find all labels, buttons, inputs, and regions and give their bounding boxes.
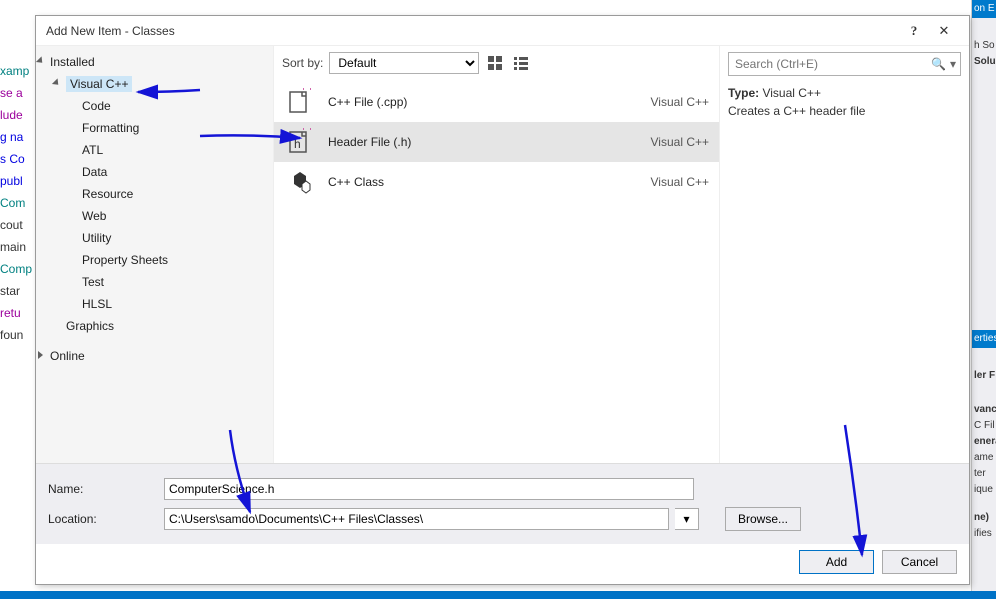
cpp-class-icon: [284, 166, 316, 198]
tree-visual-cpp[interactable]: Visual C++: [36, 73, 273, 95]
sort-label: Sort by:: [282, 56, 323, 70]
tree-item-code[interactable]: Code: [36, 95, 273, 117]
tree-item-formatting[interactable]: Formatting: [36, 117, 273, 139]
tree-item-test[interactable]: Test: [36, 271, 273, 293]
template-cpp-class[interactable]: C++ Class Visual C++: [274, 162, 719, 202]
tree-installed[interactable]: Installed: [36, 51, 273, 73]
dialog-footer: Add Cancel: [36, 544, 969, 584]
tree-item-hlsl[interactable]: HLSL: [36, 293, 273, 315]
location-dropdown-icon[interactable]: ▾: [675, 508, 699, 530]
add-button[interactable]: Add: [799, 550, 874, 574]
editor-background: xamp se a lude g na s Co publ Com cout m…: [0, 0, 40, 599]
cpp-file-icon: ++: [284, 86, 316, 118]
template-list: ++ C++ File (.cpp) Visual C++ h++ Header…: [274, 76, 719, 463]
dialog-title: Add New Item - Classes: [46, 16, 899, 46]
sort-select[interactable]: Default: [329, 52, 479, 74]
search-icon: 🔍: [931, 57, 946, 71]
svg-text:++: ++: [300, 128, 314, 134]
tree-item-utility[interactable]: Utility: [36, 227, 273, 249]
dialog-titlebar: Add New Item - Classes ? ✕: [36, 16, 969, 46]
tree-item-web[interactable]: Web: [36, 205, 273, 227]
vs-status-bar: [0, 591, 996, 599]
solution-explorer-strip: on E h So Solu erties ler F vance C Fil …: [971, 0, 996, 599]
bottom-form: Name: Location: ▾ Browse...: [36, 463, 969, 544]
sort-toolbar: Sort by: Default: [274, 46, 719, 76]
cancel-button[interactable]: Cancel: [882, 550, 957, 574]
svg-text:++: ++: [300, 88, 314, 94]
template-tree: Installed Visual C++ Code Formatting ATL…: [36, 46, 274, 463]
search-dropdown-icon[interactable]: ▾: [946, 57, 956, 71]
tree-item-resource[interactable]: Resource: [36, 183, 273, 205]
tree-item-propsheets[interactable]: Property Sheets: [36, 249, 273, 271]
location-input[interactable]: [164, 508, 669, 530]
location-label: Location:: [48, 512, 158, 526]
header-file-icon: h ++: [284, 126, 316, 158]
name-label: Name:: [48, 482, 158, 496]
help-button[interactable]: ?: [899, 16, 929, 46]
tree-item-data[interactable]: Data: [36, 161, 273, 183]
svg-text:h: h: [294, 137, 301, 151]
close-button[interactable]: ✕: [929, 16, 959, 46]
search-input[interactable]: [733, 56, 931, 72]
add-new-item-dialog: Add New Item - Classes ? ✕ Installed Vis…: [35, 15, 970, 585]
name-input[interactable]: [164, 478, 694, 500]
tree-item-graphics[interactable]: Graphics: [36, 315, 273, 337]
view-small-icons[interactable]: [511, 53, 531, 73]
tree-item-atl[interactable]: ATL: [36, 139, 273, 161]
tree-online[interactable]: Online: [36, 345, 273, 367]
template-cpp-file[interactable]: ++ C++ File (.cpp) Visual C++: [274, 82, 719, 122]
view-medium-icons[interactable]: [485, 53, 505, 73]
template-header-file[interactable]: h++ Header File (.h) Visual C++: [274, 122, 719, 162]
browse-button[interactable]: Browse...: [725, 507, 801, 531]
search-box[interactable]: 🔍 ▾: [728, 52, 961, 76]
details-pane: 🔍 ▾ Type: Visual C++ Creates a C++ heade…: [719, 46, 969, 463]
